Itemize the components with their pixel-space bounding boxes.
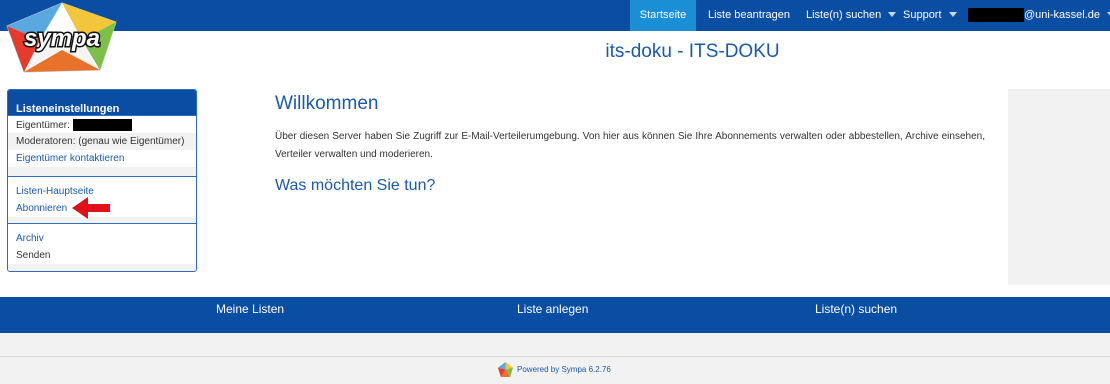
right-gutter [1008, 89, 1110, 285]
owners-label: Eigentümer: [16, 120, 70, 131]
powered-by-link[interactable]: Powered by Sympa 6.2.76 [498, 362, 611, 378]
sidebar-spacer [8, 264, 196, 271]
footer-search-lists[interactable]: Liste(n) suchen [815, 302, 897, 316]
sidebar-item-send[interactable]: Senden [8, 247, 196, 264]
redacted-owner [72, 119, 132, 132]
nav-user-email: @uni-kassel.de [1024, 9, 1100, 21]
footer-my-lists[interactable]: Meine Listen [216, 302, 284, 316]
footer-divider [0, 356, 1110, 357]
top-navbar: Startseite Liste beantragen Liste(n) suc… [0, 0, 1110, 31]
nav-search-lists[interactable]: Liste(n) suchen [806, 0, 897, 31]
redacted-username [968, 8, 1024, 23]
nav-request-list[interactable]: Liste beantragen [708, 0, 790, 31]
chevron-down-icon [948, 11, 957, 17]
footer-create-list[interactable]: Liste anlegen [517, 302, 588, 316]
list-settings-sidebar: Listeneinstellungen Eigentümer: Moderato… [7, 89, 197, 272]
powered-by-label: Powered by Sympa 6.2.76 [517, 365, 611, 374]
sidebar-header: Listeneinstellungen [8, 90, 196, 116]
nav-search-lists-label: Liste(n) suchen [806, 9, 882, 21]
sidebar-item-contact-owners[interactable]: Eigentümer kontaktieren [8, 150, 196, 167]
sidebar-owners: Eigentümer: [8, 116, 196, 133]
sidebar-spacer [8, 167, 196, 176]
logo-text: sympa [24, 25, 100, 52]
welcome-heading: Willkommen [275, 93, 379, 114]
nav-user-menu[interactable]: @uni-kassel.de [968, 0, 1110, 31]
list-title: its-doku - ITS-DOKU [605, 41, 780, 62]
nav-request-list-label: Liste beantragen [708, 9, 790, 21]
what-to-do-heading: Was möchten Sie tun? [275, 177, 436, 194]
nav-home-label: Startseite [639, 9, 687, 21]
sympa-logo[interactable]: sympa [4, 0, 120, 82]
nav-support[interactable]: Support [903, 0, 957, 31]
chevron-down-icon [888, 11, 897, 17]
nav-support-label: Support [903, 9, 942, 21]
nav-home[interactable]: Startseite [630, 0, 696, 31]
sidebar-moderators: Moderatoren: (genau wie Eigentümer) [8, 133, 196, 150]
sidebar-item-archive[interactable]: Archiv [8, 230, 196, 247]
sympa-small-icon [498, 362, 513, 378]
welcome-text: Über diesen Server haben Sie Zugriff zur… [275, 131, 985, 160]
arrow-left-icon [72, 197, 110, 219]
